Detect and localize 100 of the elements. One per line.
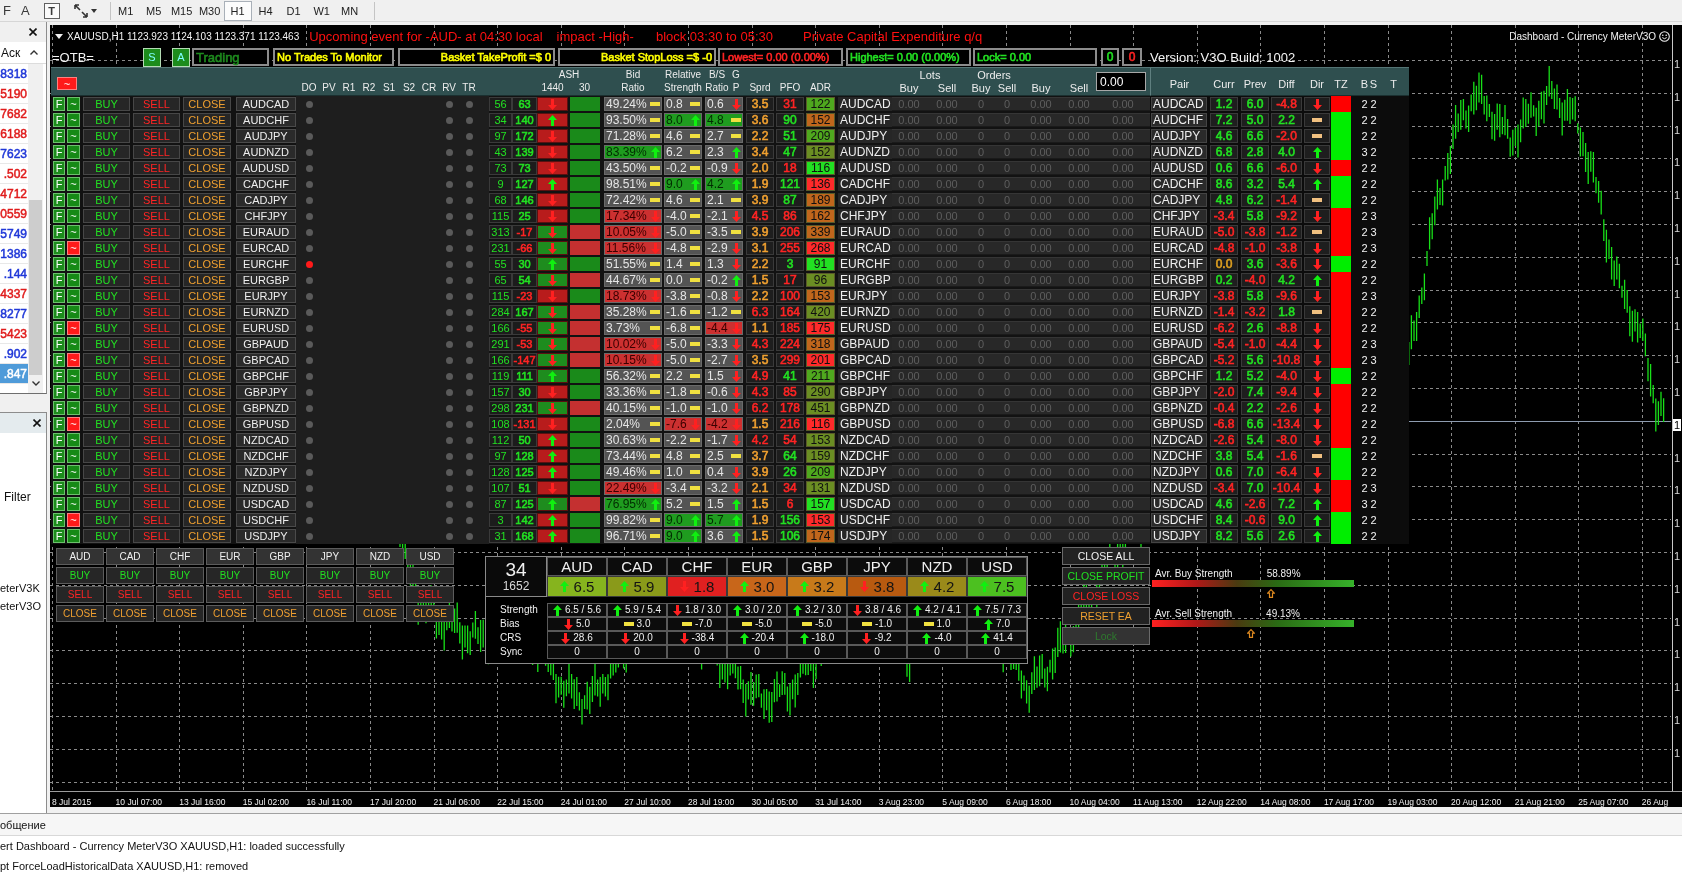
close-button[interactable]: CLOSE (183, 513, 231, 527)
close-button[interactable]: CLOSE (183, 401, 231, 415)
sell-button[interactable]: SELL (133, 449, 180, 463)
sell-button[interactable]: SELL (133, 497, 180, 511)
sell-button[interactable]: SELL (133, 257, 180, 271)
sell-button[interactable]: SELL (133, 273, 180, 287)
buy-button[interactable]: BUY (83, 465, 130, 479)
buy-button[interactable]: BUY (83, 417, 130, 431)
f-button[interactable]: F (53, 129, 65, 143)
sell-button[interactable]: SELL (133, 369, 180, 383)
wave-button[interactable]: ~ (67, 513, 80, 527)
wave-button[interactable]: ~ (67, 193, 80, 207)
buy-button[interactable]: BUY (83, 369, 130, 383)
close-button[interactable]: CLOSE (183, 433, 231, 447)
sell-button[interactable]: SELL (206, 586, 254, 603)
sell-button[interactable]: SELL (406, 586, 454, 603)
f-button[interactable]: F (53, 417, 65, 431)
f-button[interactable]: F (53, 145, 65, 159)
wave-button[interactable]: ~ (67, 305, 80, 319)
f-button[interactable]: F (53, 177, 65, 191)
navigator-item[interactable]: eterV3K (0, 580, 40, 596)
letter-tool-button[interactable]: F (1, 1, 13, 20)
sell-button[interactable]: SELL (133, 513, 180, 527)
sell-button[interactable]: SELL (133, 113, 180, 127)
buy-button[interactable]: BUY (83, 177, 130, 191)
wave-button[interactable]: ~ (67, 241, 80, 255)
chevron-up-icon[interactable] (30, 50, 38, 55)
wave-button[interactable]: ~ (67, 289, 80, 303)
close-button[interactable]: CLOSE (256, 605, 304, 622)
wave-button[interactable]: ~ (67, 257, 80, 271)
buy-button[interactable]: BUY (406, 567, 454, 584)
close-button[interactable]: CLOSE (183, 193, 231, 207)
close-button[interactable]: CLOSE (183, 145, 231, 159)
close-button[interactable]: CLOSE (183, 177, 231, 191)
close-button[interactable]: CLOSE (183, 161, 231, 175)
timeframe-tab[interactable]: H1 (223, 0, 252, 21)
close-button[interactable]: CLOSE (183, 97, 231, 111)
action-button[interactable]: RESET EA (1062, 607, 1150, 625)
buy-button[interactable]: BUY (83, 401, 130, 415)
f-button[interactable]: F (53, 209, 65, 223)
f-button[interactable]: F (53, 321, 65, 335)
buy-button[interactable]: BUY (83, 305, 130, 319)
wave-button[interactable]: ~ (67, 529, 80, 543)
sell-button[interactable]: SELL (133, 129, 180, 143)
buy-button[interactable]: BUY (83, 257, 130, 271)
sell-button[interactable]: SELL (56, 586, 104, 603)
sell-button[interactable]: SELL (133, 209, 180, 223)
mode-button[interactable]: S (143, 47, 161, 67)
f-button[interactable]: F (53, 97, 65, 111)
close-button[interactable]: CLOSE (183, 129, 231, 143)
f-button[interactable]: F (53, 241, 65, 255)
price-item[interactable]: .847 (0, 364, 28, 384)
wave-button[interactable]: ~ (67, 321, 80, 335)
toggle-button[interactable]: ~ (57, 77, 77, 90)
buy-button[interactable]: BUY (106, 567, 154, 584)
wave-button[interactable]: ~ (67, 177, 80, 191)
close-button[interactable]: CLOSE (183, 369, 231, 383)
timeframe-tab[interactable]: W1 (307, 0, 336, 21)
sell-button[interactable]: SELL (133, 97, 180, 111)
buy-button[interactable]: BUY (83, 321, 130, 335)
wave-button[interactable]: ~ (67, 225, 80, 239)
close-button[interactable]: CLOSE (183, 257, 231, 271)
caret-icon[interactable] (55, 33, 63, 39)
timeframe-tab[interactable]: M15 (167, 0, 196, 21)
wave-button[interactable]: ~ (67, 161, 80, 175)
buy-button[interactable]: BUY (83, 97, 130, 111)
close-button[interactable]: CLOSE (183, 385, 231, 399)
boxed-letter-tool-button[interactable]: T (43, 2, 60, 19)
action-button[interactable]: CLOSE LOSS (1062, 587, 1150, 605)
sell-button[interactable]: SELL (133, 385, 180, 399)
buy-button[interactable]: BUY (83, 129, 130, 143)
f-button[interactable]: F (53, 385, 65, 399)
wave-button[interactable]: ~ (67, 145, 80, 159)
close-button[interactable]: CLOSE (356, 605, 404, 622)
sell-button[interactable]: SELL (133, 305, 180, 319)
sell-button[interactable]: SELL (133, 161, 180, 175)
wave-button[interactable]: ~ (67, 353, 80, 367)
wave-button[interactable]: ~ (67, 465, 80, 479)
f-button[interactable]: F (53, 161, 65, 175)
close-button[interactable]: CLOSE (206, 605, 254, 622)
close-button[interactable]: CLOSE (183, 465, 231, 479)
f-button[interactable]: F (53, 257, 65, 271)
wave-button[interactable]: ~ (67, 129, 80, 143)
close-button[interactable]: CLOSE (183, 273, 231, 287)
f-button[interactable]: F (53, 433, 65, 447)
buy-button[interactable]: BUY (306, 567, 354, 584)
buy-button[interactable]: BUY (83, 113, 130, 127)
currency-button[interactable]: JPY (306, 548, 354, 565)
timeframe-tab[interactable]: H4 (251, 0, 280, 21)
f-button[interactable]: F (53, 529, 65, 543)
mode-button[interactable]: A (172, 47, 190, 67)
navigator-item[interactable]: eterV3O (0, 598, 41, 614)
timeframe-tab[interactable]: M5 (139, 0, 168, 21)
close-button[interactable]: CLOSE (306, 605, 354, 622)
f-button[interactable]: F (53, 449, 65, 463)
close-button[interactable]: CLOSE (56, 605, 104, 622)
f-button[interactable]: F (53, 337, 65, 351)
buy-button[interactable]: BUY (156, 567, 204, 584)
f-button[interactable]: F (53, 289, 65, 303)
currency-button[interactable]: CAD (106, 548, 154, 565)
